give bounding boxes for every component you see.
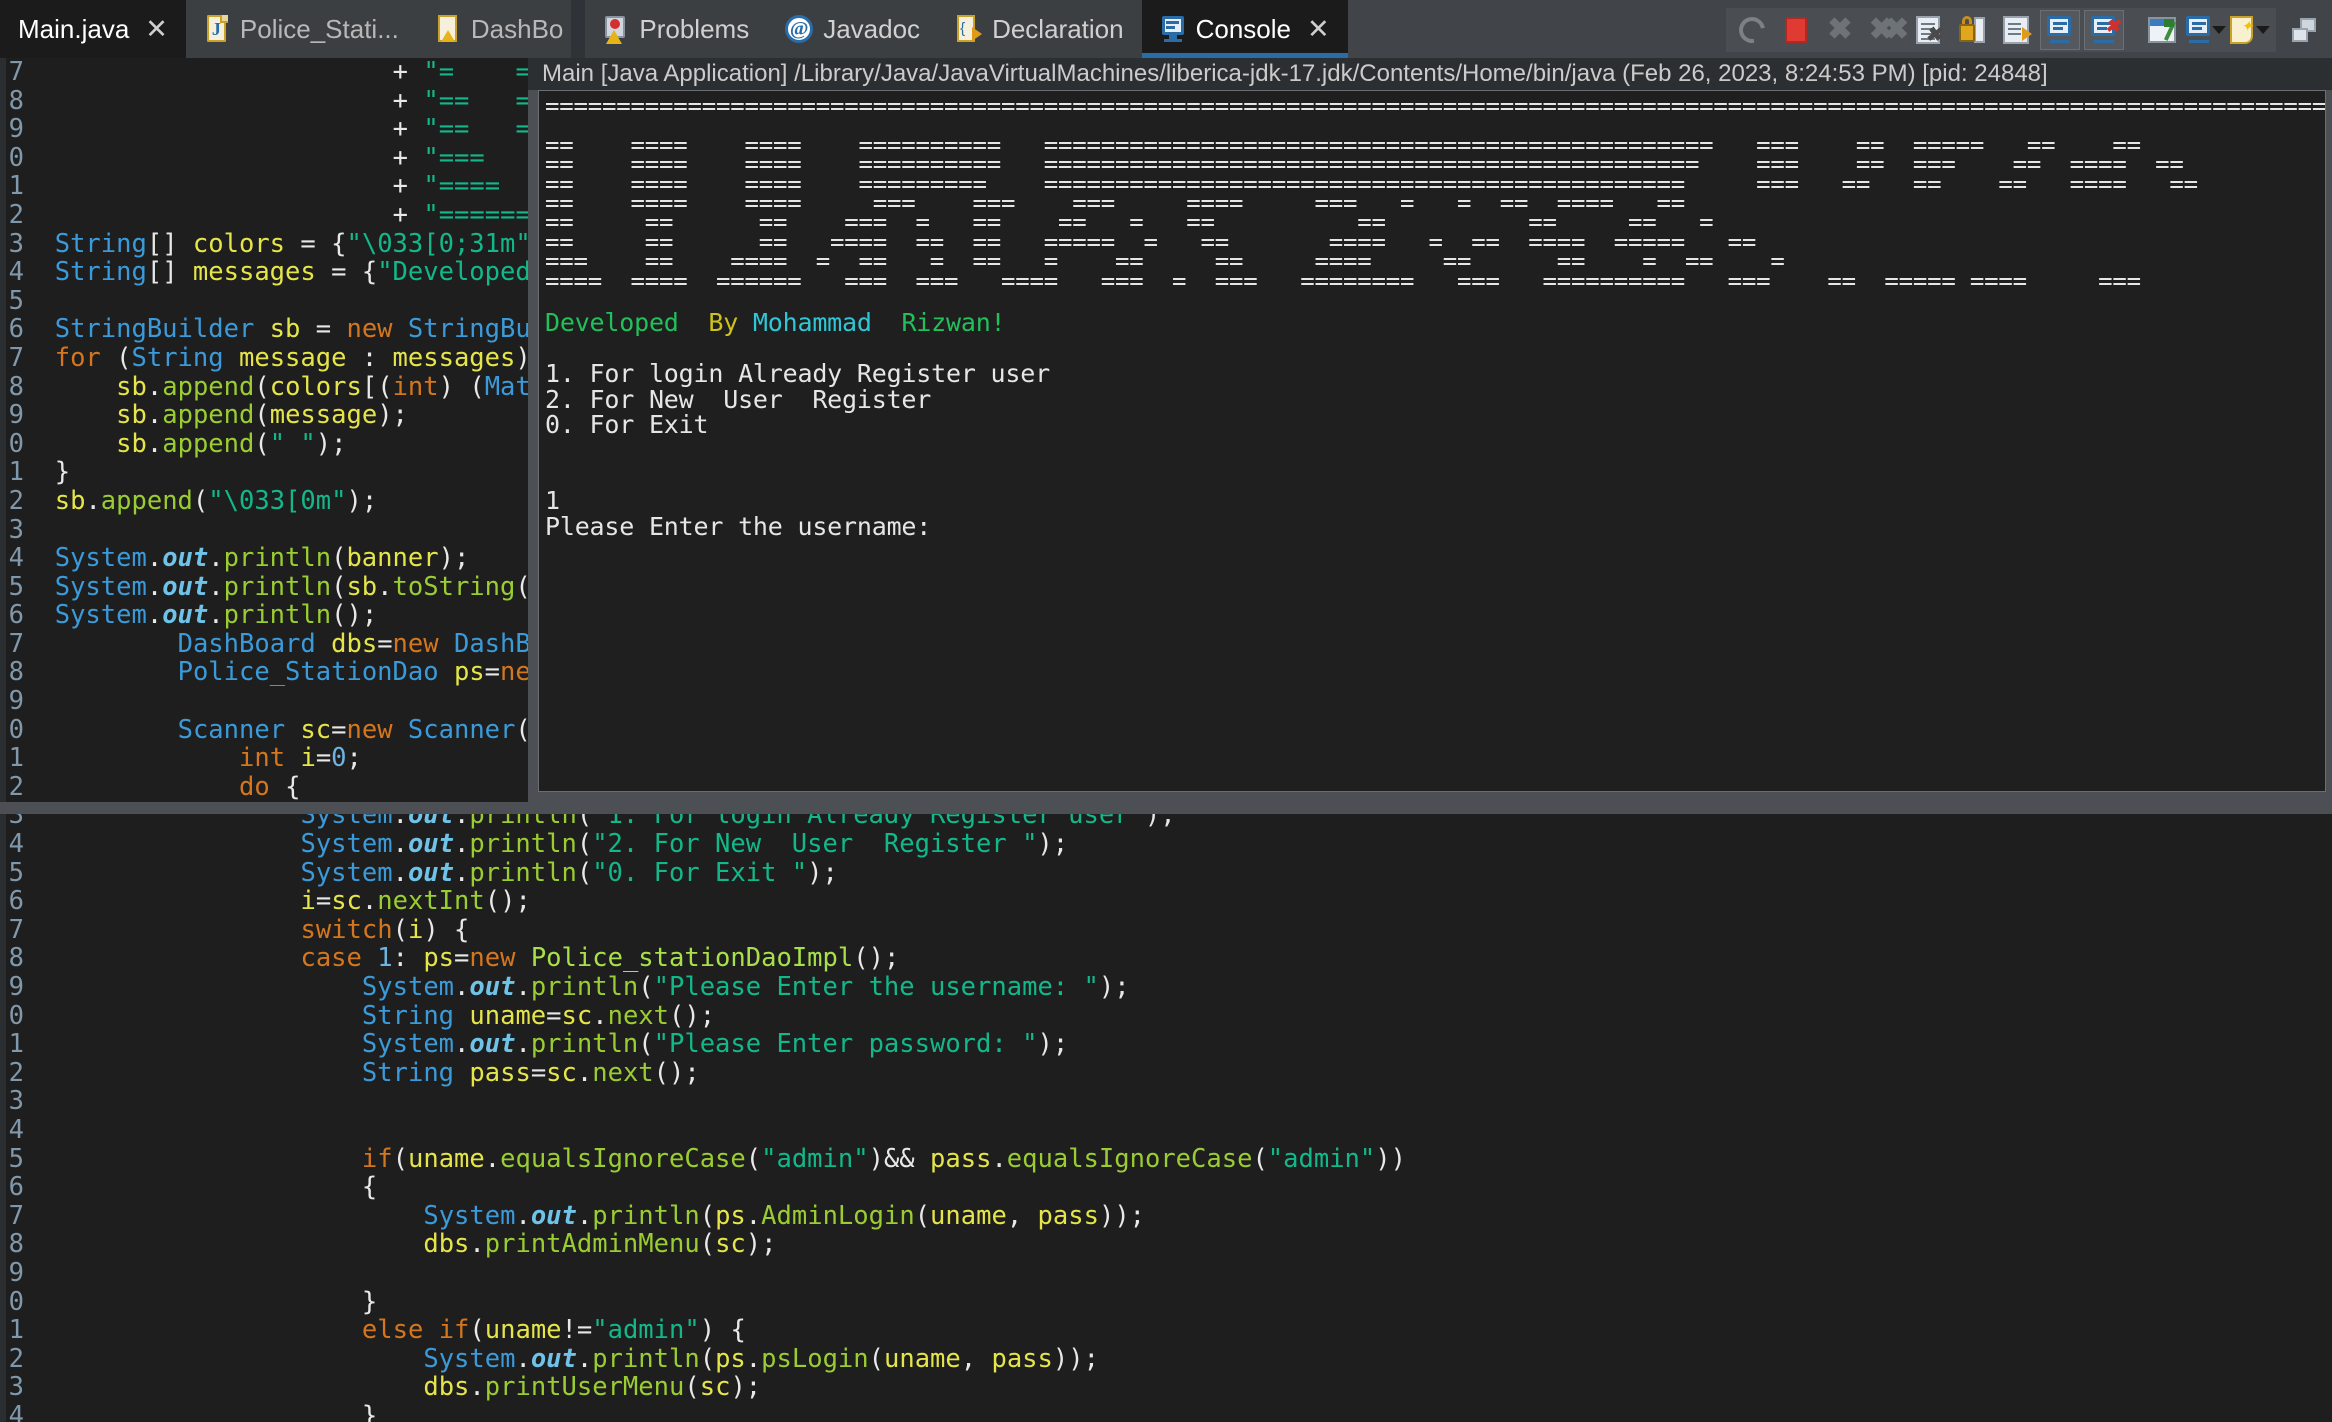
close-icon[interactable]: ✕ xyxy=(145,15,168,43)
show-console-on-error-button[interactable]: ✖ xyxy=(2084,10,2124,50)
relaunch-icon xyxy=(1733,11,1771,49)
console-text-segment: By xyxy=(693,308,753,338)
console-monitor-icon xyxy=(1160,14,1186,44)
console-output-line: 1. For login Already Register user xyxy=(545,361,2325,386)
remove-launch-button[interactable]: ✖ xyxy=(1820,10,1860,50)
console-text-segment: Mohammad xyxy=(752,308,887,338)
console-output-line: Please Enter the username: xyxy=(545,514,2325,539)
code-line[interactable]: 2 System.out.println(ps.psLogin(uname, p… xyxy=(0,1344,1406,1374)
chevron-down-icon[interactable] xyxy=(2212,26,2226,34)
tab-label: Console xyxy=(1195,13,1291,44)
new-console-icon: ✦ xyxy=(2230,14,2253,44)
console-horizontal-splitter[interactable] xyxy=(0,802,2332,814)
tab-group-divider xyxy=(571,0,586,58)
word-wrap-button[interactable] xyxy=(1996,10,2036,50)
tab-console[interactable]: Console ✕ xyxy=(1141,0,1348,58)
editor-tab-dashboard[interactable]: DashBo xyxy=(416,0,572,58)
editor-tab-main-java[interactable]: Main.java ✕ xyxy=(0,0,186,58)
editor-left-ruler xyxy=(0,58,6,1422)
tab-javadoc[interactable]: @ Javadoc xyxy=(767,0,939,58)
stop-square-icon xyxy=(1785,17,1807,43)
editor-tab-label: Main.java xyxy=(18,13,130,44)
console-error-icon: ✖ xyxy=(2091,16,2120,44)
console-process-header: Main [Java Application] /Library/Java/Ja… xyxy=(528,58,2332,90)
code-line[interactable]: 7 switch(i) { xyxy=(0,916,1406,945)
chevron-down-icon[interactable] xyxy=(2256,26,2270,34)
code-line[interactable]: 4 System.out.println("2. For New User Re… xyxy=(0,830,1406,859)
code-line[interactable]: 8 dbs.printAdminMenu(sc); xyxy=(0,1230,1406,1259)
double-x-icon: ✖✖ xyxy=(1868,13,1909,46)
console-toolbar-group: ✖ ✖✖ ✖ ✖ ✦ xyxy=(1726,8,2276,52)
code-line[interactable]: 7 System.out.println(ps.AdminLogin(uname… xyxy=(0,1201,1406,1231)
pin-console-button[interactable] xyxy=(2142,10,2182,50)
java-warning-file-icon xyxy=(435,14,461,44)
editor-tab-police-station[interactable]: Police_Stati... xyxy=(185,0,417,58)
code-line[interactable]: 4 } xyxy=(0,1402,1406,1422)
console-text-segment: Please Enter the username: xyxy=(545,511,932,541)
editor-tab-label: Police_Stati... xyxy=(239,13,399,44)
code-line[interactable]: 8 case 1: ps=new Police_stationDaoImpl()… xyxy=(0,944,1406,973)
code-line[interactable]: 6 { xyxy=(0,1173,1406,1202)
console-out-icon xyxy=(2047,16,2073,44)
editor-tab-group: Main.java ✕ Police_Stati... DashBo xyxy=(0,0,572,58)
declaration-icon: { xyxy=(956,14,983,44)
code-line[interactable]: 4 xyxy=(0,1116,1406,1145)
console-output-area[interactable]: ========================================… xyxy=(538,90,2326,792)
terminate-button[interactable] xyxy=(1776,10,1816,50)
code-line[interactable]: 9 System.out.println("Please Enter the u… xyxy=(0,973,1406,1002)
console-output-line: 2. For New User Register xyxy=(545,386,2325,412)
code-line[interactable]: 1 System.out.println("Please Enter passw… xyxy=(0,1030,1406,1059)
clear-console-button[interactable]: ✖ xyxy=(1908,10,1948,50)
x-icon: ✖ xyxy=(1827,13,1853,46)
minimize-restore-button[interactable] xyxy=(2284,10,2324,50)
console-toolbar: ✖ ✖✖ ✖ ✖ ✦ xyxy=(1726,6,2324,54)
javadoc-at-icon: @ xyxy=(785,15,814,43)
java-file-icon xyxy=(204,14,230,44)
code-line[interactable]: 0 } xyxy=(0,1287,1406,1317)
code-line[interactable]: 0 String uname=sc.next(); xyxy=(0,1001,1406,1031)
show-console-on-output-button[interactable] xyxy=(2040,10,2080,50)
close-icon[interactable]: ✕ xyxy=(1307,15,1330,43)
console-output-line: 1 xyxy=(545,488,2325,513)
minimize-restore-icon xyxy=(2292,18,2316,42)
console-text-segment: Rizwan! xyxy=(886,308,1006,338)
code-line[interactable]: 3 xyxy=(0,1087,1406,1116)
display-selected-console-button[interactable] xyxy=(2186,10,2226,50)
console-output-line: Developed By Mohammad Rizwan! xyxy=(545,310,2325,335)
console-view: Main [Java Application] /Library/Java/Ja… xyxy=(528,58,2332,802)
console-output-line: 0. For Exit xyxy=(545,412,2325,437)
tab-declaration[interactable]: { Declaration xyxy=(938,0,1142,58)
open-console-button[interactable]: ✦ xyxy=(2230,10,2270,50)
eclipse-ide-window: Main.java ✕ Police_Stati... DashBo Probl… xyxy=(0,0,2332,1422)
code-line[interactable]: 1 else if(uname!="admin") { xyxy=(0,1316,1406,1345)
clear-document-icon: ✖ xyxy=(1916,16,1942,45)
console-banner-line: ========================================… xyxy=(545,92,2326,120)
console-monitor-icon xyxy=(2186,16,2210,44)
pin-icon xyxy=(2148,17,2177,43)
lock-icon xyxy=(1959,16,1985,44)
code-line[interactable]: 9 xyxy=(0,1259,1406,1288)
code-line[interactable]: 5 if(uname.equalsIgnoreCase("admin")&& p… xyxy=(0,1144,1406,1174)
tab-problems[interactable]: Problems xyxy=(585,0,768,58)
code-line[interactable]: 5 System.out.println("0. For Exit "); xyxy=(0,858,1406,888)
scroll-lock-button[interactable] xyxy=(1952,10,1992,50)
tab-label: Problems xyxy=(639,13,750,44)
view-tab-group: Problems @ Javadoc { Declaration Console… xyxy=(585,0,1348,58)
tab-label: Javadoc xyxy=(823,13,921,44)
code-line[interactable]: 6 i=sc.nextInt(); xyxy=(0,887,1406,916)
remove-all-terminated-button[interactable]: ✖✖ xyxy=(1864,10,1909,50)
problems-icon xyxy=(603,14,629,44)
console-banner-line: ==== ==== ====== === === ==== === = === … xyxy=(545,266,2141,295)
console-text-segment: 0. For Exit xyxy=(545,410,709,440)
code-line[interactable]: 3 dbs.printUserMenu(sc); xyxy=(0,1373,1406,1402)
editor-tab-label: DashBo xyxy=(470,13,564,44)
console-text-segment: Developed xyxy=(545,308,694,338)
relaunch-button[interactable] xyxy=(1732,10,1772,50)
word-wrap-icon xyxy=(2003,16,2032,44)
code-line[interactable]: 2 String pass=sc.next(); xyxy=(0,1058,1406,1088)
tab-label: Declaration xyxy=(992,13,1124,44)
